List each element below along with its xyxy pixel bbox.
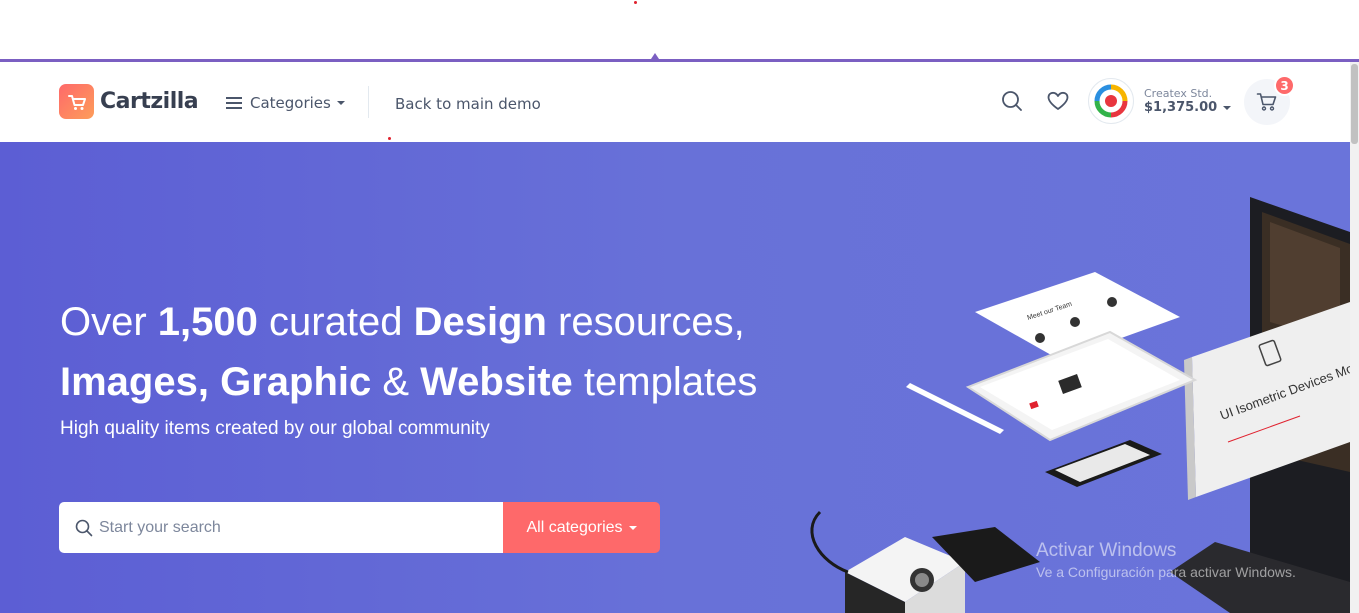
windows-activation-watermark: Activar Windows Ve a Configuración para … bbox=[1036, 540, 1296, 580]
back-to-main-demo-link[interactable]: Back to main demo bbox=[395, 95, 541, 113]
account-balance: $1,375.00 bbox=[1144, 100, 1232, 116]
categories-label: Categories bbox=[250, 94, 331, 112]
chevron-down-icon bbox=[1223, 105, 1232, 110]
navbar: Cartzilla Categories Back to main demo C… bbox=[0, 62, 1350, 142]
hero-headline: Over 1,500 curated Design resources, Ima… bbox=[60, 300, 758, 404]
all-categories-dropdown[interactable]: All categories bbox=[503, 502, 660, 553]
cart-count-badge: 3 bbox=[1274, 75, 1295, 96]
cart-button[interactable]: 3 bbox=[1244, 75, 1295, 125]
chevron-down-icon bbox=[628, 525, 637, 530]
brand-name: Cartzilla bbox=[100, 89, 199, 114]
search-icon[interactable] bbox=[1001, 90, 1023, 116]
search-field[interactable] bbox=[59, 502, 503, 553]
top-whitespace bbox=[0, 0, 1359, 60]
page-scrollbar[interactable] bbox=[1350, 62, 1359, 613]
watermark-subtitle: Ve a Configuración para activar Windows. bbox=[1036, 564, 1296, 580]
cart-icon bbox=[1256, 93, 1277, 111]
hero-search-group: All categories bbox=[59, 502, 660, 553]
account-avatar bbox=[1088, 78, 1134, 124]
nav-divider bbox=[368, 86, 369, 118]
border-caret bbox=[651, 53, 659, 59]
marker-dot bbox=[634, 1, 637, 4]
hero-subtitle: High quality items created by our global… bbox=[60, 418, 490, 439]
menu-icon bbox=[226, 97, 242, 109]
account-menu[interactable]: Createx Std. $1,375.00 bbox=[1088, 78, 1232, 124]
marker-dot bbox=[388, 137, 391, 140]
heart-icon[interactable] bbox=[1047, 91, 1069, 115]
hero-section: UI Isometric Devices Mockup Pack Meet ou… bbox=[0, 142, 1350, 613]
brand-logo-link[interactable]: Cartzilla bbox=[59, 84, 199, 119]
scrollbar-thumb[interactable] bbox=[1351, 64, 1358, 144]
watermark-title: Activar Windows bbox=[1036, 540, 1177, 561]
account-name: Createx Std. bbox=[1144, 86, 1213, 100]
all-categories-label: All categories bbox=[526, 518, 623, 536]
chevron-down-icon bbox=[336, 101, 345, 105]
categories-toggle[interactable]: Categories bbox=[226, 94, 345, 112]
cart-logo-icon bbox=[59, 84, 94, 119]
search-input[interactable] bbox=[99, 518, 479, 537]
search-icon bbox=[75, 519, 93, 536]
